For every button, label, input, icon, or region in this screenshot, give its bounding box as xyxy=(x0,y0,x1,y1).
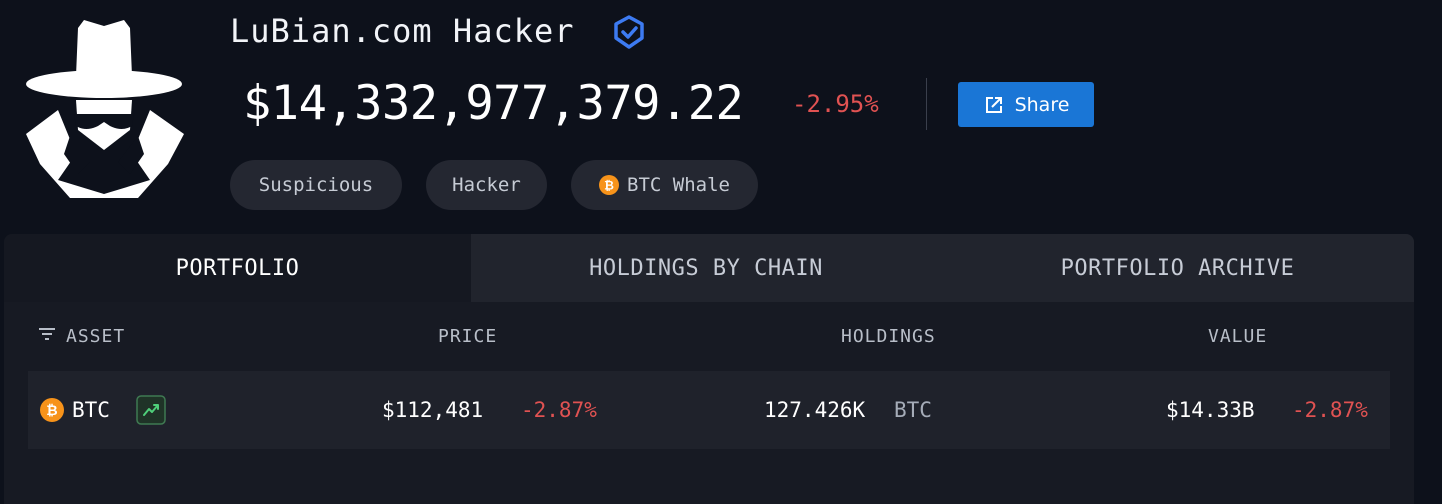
tab-portfolio-archive[interactable]: PORTFOLIO ARCHIVE xyxy=(941,234,1414,302)
share-label: Share xyxy=(1014,93,1070,116)
value-change: -2.87% xyxy=(1292,398,1368,422)
share-button[interactable]: Share xyxy=(958,82,1094,127)
spy-hacker-icon xyxy=(26,20,184,198)
header-divider xyxy=(926,78,927,130)
holdings-unit: BTC xyxy=(894,398,932,422)
trending-up-icon[interactable] xyxy=(136,395,166,425)
asset-price: $112,481 xyxy=(382,398,484,422)
bitcoin-icon: ₿ xyxy=(40,398,64,422)
verified-badge-icon xyxy=(614,15,644,49)
tab-label: PORTFOLIO xyxy=(175,255,300,281)
header-value[interactable]: VALUE xyxy=(1208,326,1267,347)
tag-suspicious[interactable]: Suspicious xyxy=(230,160,402,210)
asset-value: $14.33B xyxy=(1166,398,1255,422)
tab-label: PORTFOLIO ARCHIVE xyxy=(1060,255,1295,281)
tab-label: HOLDINGS BY CHAIN xyxy=(589,255,823,281)
svg-text:₿: ₿ xyxy=(604,179,614,193)
tag-label: Hacker xyxy=(452,174,521,196)
tab-bar: PORTFOLIO HOLDINGS BY CHAIN PORTFOLIO AR… xyxy=(4,234,1414,302)
header-price[interactable]: PRICE xyxy=(438,326,497,347)
header-holdings[interactable]: HOLDINGS xyxy=(841,326,936,347)
tag-btc-whale[interactable]: ₿ BTC Whale xyxy=(571,160,758,210)
asset-symbol: BTC xyxy=(72,398,110,422)
total-balance: $14,332,977,379.22 xyxy=(243,76,744,131)
portfolio-panel: PORTFOLIO HOLDINGS BY CHAIN PORTFOLIO AR… xyxy=(4,234,1414,504)
holdings-amount: 127.426K xyxy=(764,398,866,422)
sort-icon[interactable] xyxy=(39,327,55,341)
table-row[interactable]: ₿ BTC $112,481 -2.87% 127.426K BTC $14.3… xyxy=(28,371,1390,449)
tag-label: Suspicious xyxy=(258,174,374,196)
share-icon xyxy=(985,96,1002,113)
entity-name: LuBian.com Hacker xyxy=(230,12,575,50)
price-change: -2.87% xyxy=(521,398,597,422)
bitcoin-icon: ₿ xyxy=(599,175,620,195)
tag-hacker[interactable]: Hacker xyxy=(426,160,547,210)
tab-holdings-by-chain[interactable]: HOLDINGS BY CHAIN xyxy=(471,234,941,302)
header-asset[interactable]: ASSET xyxy=(66,326,125,347)
balance-change: -2.95% xyxy=(792,90,879,118)
tag-label: BTC Whale xyxy=(627,174,730,196)
tab-portfolio[interactable]: PORTFOLIO xyxy=(4,234,471,302)
svg-text:₿: ₿ xyxy=(46,403,57,419)
